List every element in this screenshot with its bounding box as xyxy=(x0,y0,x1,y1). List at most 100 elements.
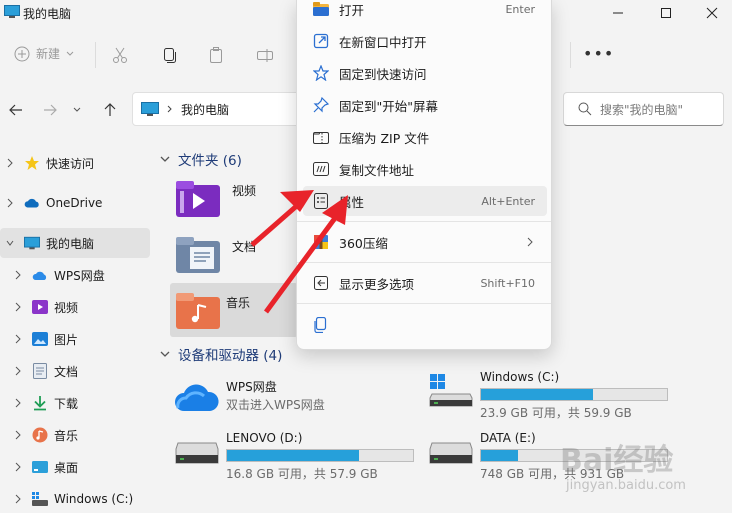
sidebar-item-this-pc[interactable]: 我的电脑 xyxy=(0,228,150,258)
menu-item-360-compress[interactable]: 360压缩 xyxy=(303,227,547,257)
sidebar-item-label: 文档 xyxy=(54,364,79,379)
address-bar[interactable]: 我的电脑 xyxy=(132,92,302,126)
menu-item-pin-start[interactable]: 固定到"开始"屏幕 xyxy=(303,90,547,120)
sidebar-item-windows-c[interactable]: Windows (C:) xyxy=(0,484,152,513)
forward-button[interactable] xyxy=(40,100,60,120)
folder-videos[interactable]: 视频 xyxy=(176,178,296,220)
sidebar-item-quick-access[interactable]: 快速访问 xyxy=(0,148,152,178)
zip-folder-icon xyxy=(313,129,329,145)
sidebar-item-downloads[interactable]: 下载 xyxy=(0,388,152,418)
menu-item-open-new-window[interactable]: 在新窗口中打开 xyxy=(303,26,547,56)
menu-item-shortcut: Enter xyxy=(505,2,535,16)
sidebar-item-label: 下载 xyxy=(54,396,79,411)
desktop-icon xyxy=(32,459,48,475)
sidebar-item-label: 我的电脑 xyxy=(46,236,95,251)
search-icon xyxy=(578,102,592,116)
plus-circle-icon xyxy=(14,46,30,61)
drives-section-title: 设备和驱动器 (4) xyxy=(178,348,283,364)
arrow-right-icon xyxy=(44,104,57,116)
paste-button[interactable] xyxy=(205,44,227,66)
drive-usage-fill xyxy=(481,450,519,461)
sidebar-item-onedrive[interactable]: OneDrive xyxy=(0,188,152,218)
menu-item-shortcut: Alt+Enter xyxy=(481,194,535,208)
menu-item-shortcut: Shift+F10 xyxy=(480,276,535,290)
maximize-button[interactable] xyxy=(643,0,689,26)
folder-music[interactable]: 音乐 xyxy=(176,290,296,332)
music-folder-icon xyxy=(176,293,220,329)
more-options-icon xyxy=(313,275,329,291)
folder-label: 视频 xyxy=(232,184,257,198)
copy-button[interactable] xyxy=(158,44,180,66)
folder-label: 音乐 xyxy=(226,296,251,310)
sidebar-item-music[interactable]: 音乐 xyxy=(0,420,152,450)
chevron-down-icon xyxy=(6,240,14,246)
chevron-right-icon xyxy=(527,237,533,247)
menu-item-pin-quick-access[interactable]: 固定到快速访问 xyxy=(303,58,547,88)
up-button[interactable] xyxy=(100,100,120,120)
computer-icon xyxy=(4,5,20,18)
sidebar-item-documents[interactable]: 文档 xyxy=(0,356,152,386)
sidebar-item-pictures[interactable]: 图片 xyxy=(0,324,152,354)
rename-button[interactable] xyxy=(254,44,276,66)
window-title: 我的电脑 xyxy=(23,7,72,21)
chevron-right-icon xyxy=(15,366,21,376)
drive-wps[interactable]: WPS网盘 双击进入WPS网盘 xyxy=(174,378,424,430)
sidebar-item-label: 图片 xyxy=(54,332,79,347)
navigation-pane: 快速访问 OneDrive 我的电脑 WPS网盘 视频 图片 文档 下载 音乐 xyxy=(0,140,152,513)
pin-icon xyxy=(313,97,329,113)
drive-subtitle: 双击进入WPS网盘 xyxy=(226,398,325,412)
minimize-button[interactable] xyxy=(595,0,641,26)
drive-d[interactable]: LENOVO (D:) 16.8 GB 可用，共 57.9 GB xyxy=(174,431,424,483)
menu-item-label: 属性 xyxy=(339,194,365,210)
drive-name: LENOVO (D:) xyxy=(226,431,303,445)
folder-open-icon xyxy=(313,1,329,17)
back-button[interactable] xyxy=(6,100,26,120)
drives-section-header[interactable]: 设备和驱动器 (4) xyxy=(160,344,282,364)
drive-usage-fill xyxy=(481,389,593,400)
menu-divider xyxy=(297,262,551,263)
context-menu: 打开 Enter 在新窗口中打开 固定到快速访问 固定到"开始"屏幕 压缩为 Z… xyxy=(296,0,552,350)
music-icon xyxy=(32,427,48,443)
close-button[interactable] xyxy=(689,0,732,26)
more-button[interactable]: ••• xyxy=(583,44,614,63)
menu-item-label: 压缩为 ZIP 文件 xyxy=(339,130,430,146)
chevron-down-icon xyxy=(160,156,170,162)
menu-item-compress-zip[interactable]: 压缩为 ZIP 文件 xyxy=(303,122,547,152)
sidebar-item-wps-drive[interactable]: WPS网盘 xyxy=(0,260,152,290)
menu-item-more-options[interactable]: 显示更多选项 Shift+F10 xyxy=(303,268,547,298)
video-folder-icon xyxy=(176,181,220,217)
drive-icon xyxy=(32,491,48,507)
menu-item-copy-path[interactable]: 复制文件地址 xyxy=(303,154,547,184)
sidebar-item-label: 音乐 xyxy=(54,428,79,443)
minimize-icon xyxy=(613,12,623,14)
computer-icon xyxy=(24,235,40,251)
folder-documents[interactable]: 文档 xyxy=(176,234,296,276)
drive-usage-bar xyxy=(480,388,668,401)
drive-c[interactable]: Windows (C:) 23.9 GB 可用，共 59.9 GB xyxy=(428,370,678,422)
menu-copy-button[interactable] xyxy=(303,310,337,340)
address-path: 我的电脑 xyxy=(181,102,230,117)
arrow-up-icon xyxy=(104,103,116,116)
sidebar-item-videos[interactable]: 视频 xyxy=(0,292,152,322)
search-placeholder: 搜索"我的电脑" xyxy=(600,102,684,117)
sidebar-item-desktop[interactable]: 桌面 xyxy=(0,452,152,482)
toolbar-divider xyxy=(570,42,571,68)
folders-section-header[interactable]: 文件夹 (6) xyxy=(160,149,242,169)
archive-icon xyxy=(313,234,329,250)
video-icon xyxy=(32,299,48,315)
menu-item-properties[interactable]: 属性 Alt+Enter xyxy=(303,186,547,216)
drive-name: WPS网盘 xyxy=(226,380,277,394)
hard-drive-icon xyxy=(175,442,219,464)
new-button[interactable]: 新建 xyxy=(14,45,74,62)
drive-usage-fill xyxy=(227,450,360,461)
copy-path-icon xyxy=(313,161,329,177)
cut-button[interactable] xyxy=(109,44,131,66)
sidebar-item-label: WPS网盘 xyxy=(54,268,105,283)
menu-item-label: 固定到快速访问 xyxy=(339,66,427,82)
copy-icon xyxy=(313,317,329,333)
watermark-logo: Bai经验 xyxy=(560,443,674,478)
search-box[interactable]: 搜索"我的电脑" xyxy=(563,92,724,126)
recent-locations-button[interactable] xyxy=(67,100,87,120)
open-new-window-icon xyxy=(313,33,329,49)
menu-item-open[interactable]: 打开 Enter xyxy=(303,0,547,24)
